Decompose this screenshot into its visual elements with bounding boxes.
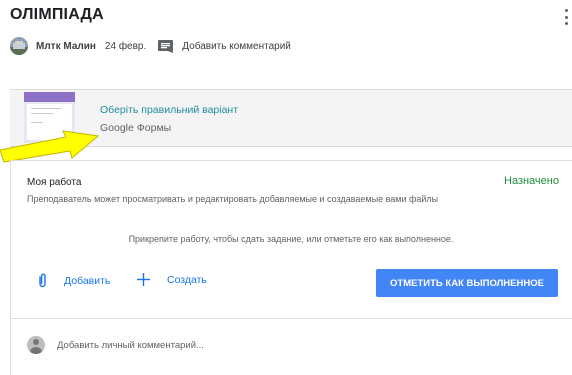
create-button[interactable]: Создать xyxy=(137,273,207,286)
attachment-type: Google Формы xyxy=(100,122,172,134)
private-comment-input[interactable]: Добавить личный комментарий... xyxy=(27,336,204,354)
add-button-label: Добавить xyxy=(64,274,111,287)
attachment-title[interactable]: Оберіть правильний варіант xyxy=(100,104,238,116)
annotation-arrow-icon xyxy=(0,130,100,163)
mark-as-done-button[interactable]: ОТМЕТИТЬ КАК ВЫПОЛНЕННОЕ xyxy=(376,269,558,297)
author-name[interactable]: Млтк Малин xyxy=(36,41,96,52)
page-title: ОЛІМПІАДА xyxy=(10,6,104,23)
add-comment-label: Добавить комментарий xyxy=(182,40,291,52)
my-work-hint: Преподаватель может просматривать и реда… xyxy=(27,194,439,204)
divider xyxy=(10,318,572,319)
status-badge: Назначено xyxy=(504,175,559,187)
my-work-heading: Моя работа xyxy=(27,177,82,188)
post-meta: Млтк Малин 24 февр. Добавить комментарий xyxy=(10,36,291,56)
add-comment-button[interactable]: Добавить комментарий xyxy=(158,39,291,53)
paperclip-icon xyxy=(39,273,46,288)
more-options-icon[interactable] xyxy=(563,9,569,25)
user-avatar-icon xyxy=(27,336,45,354)
private-comment-placeholder: Добавить личный комментарий... xyxy=(57,339,204,351)
post-date: 24 февр. xyxy=(104,40,147,52)
add-button[interactable]: Добавить xyxy=(38,273,110,288)
author-avatar xyxy=(10,37,28,55)
attach-instruction: Прикрепите работу, чтобы сдать задание, … xyxy=(128,234,454,244)
plus-icon xyxy=(137,273,150,286)
create-button-label: Создать xyxy=(167,273,207,286)
comment-icon xyxy=(158,39,174,53)
